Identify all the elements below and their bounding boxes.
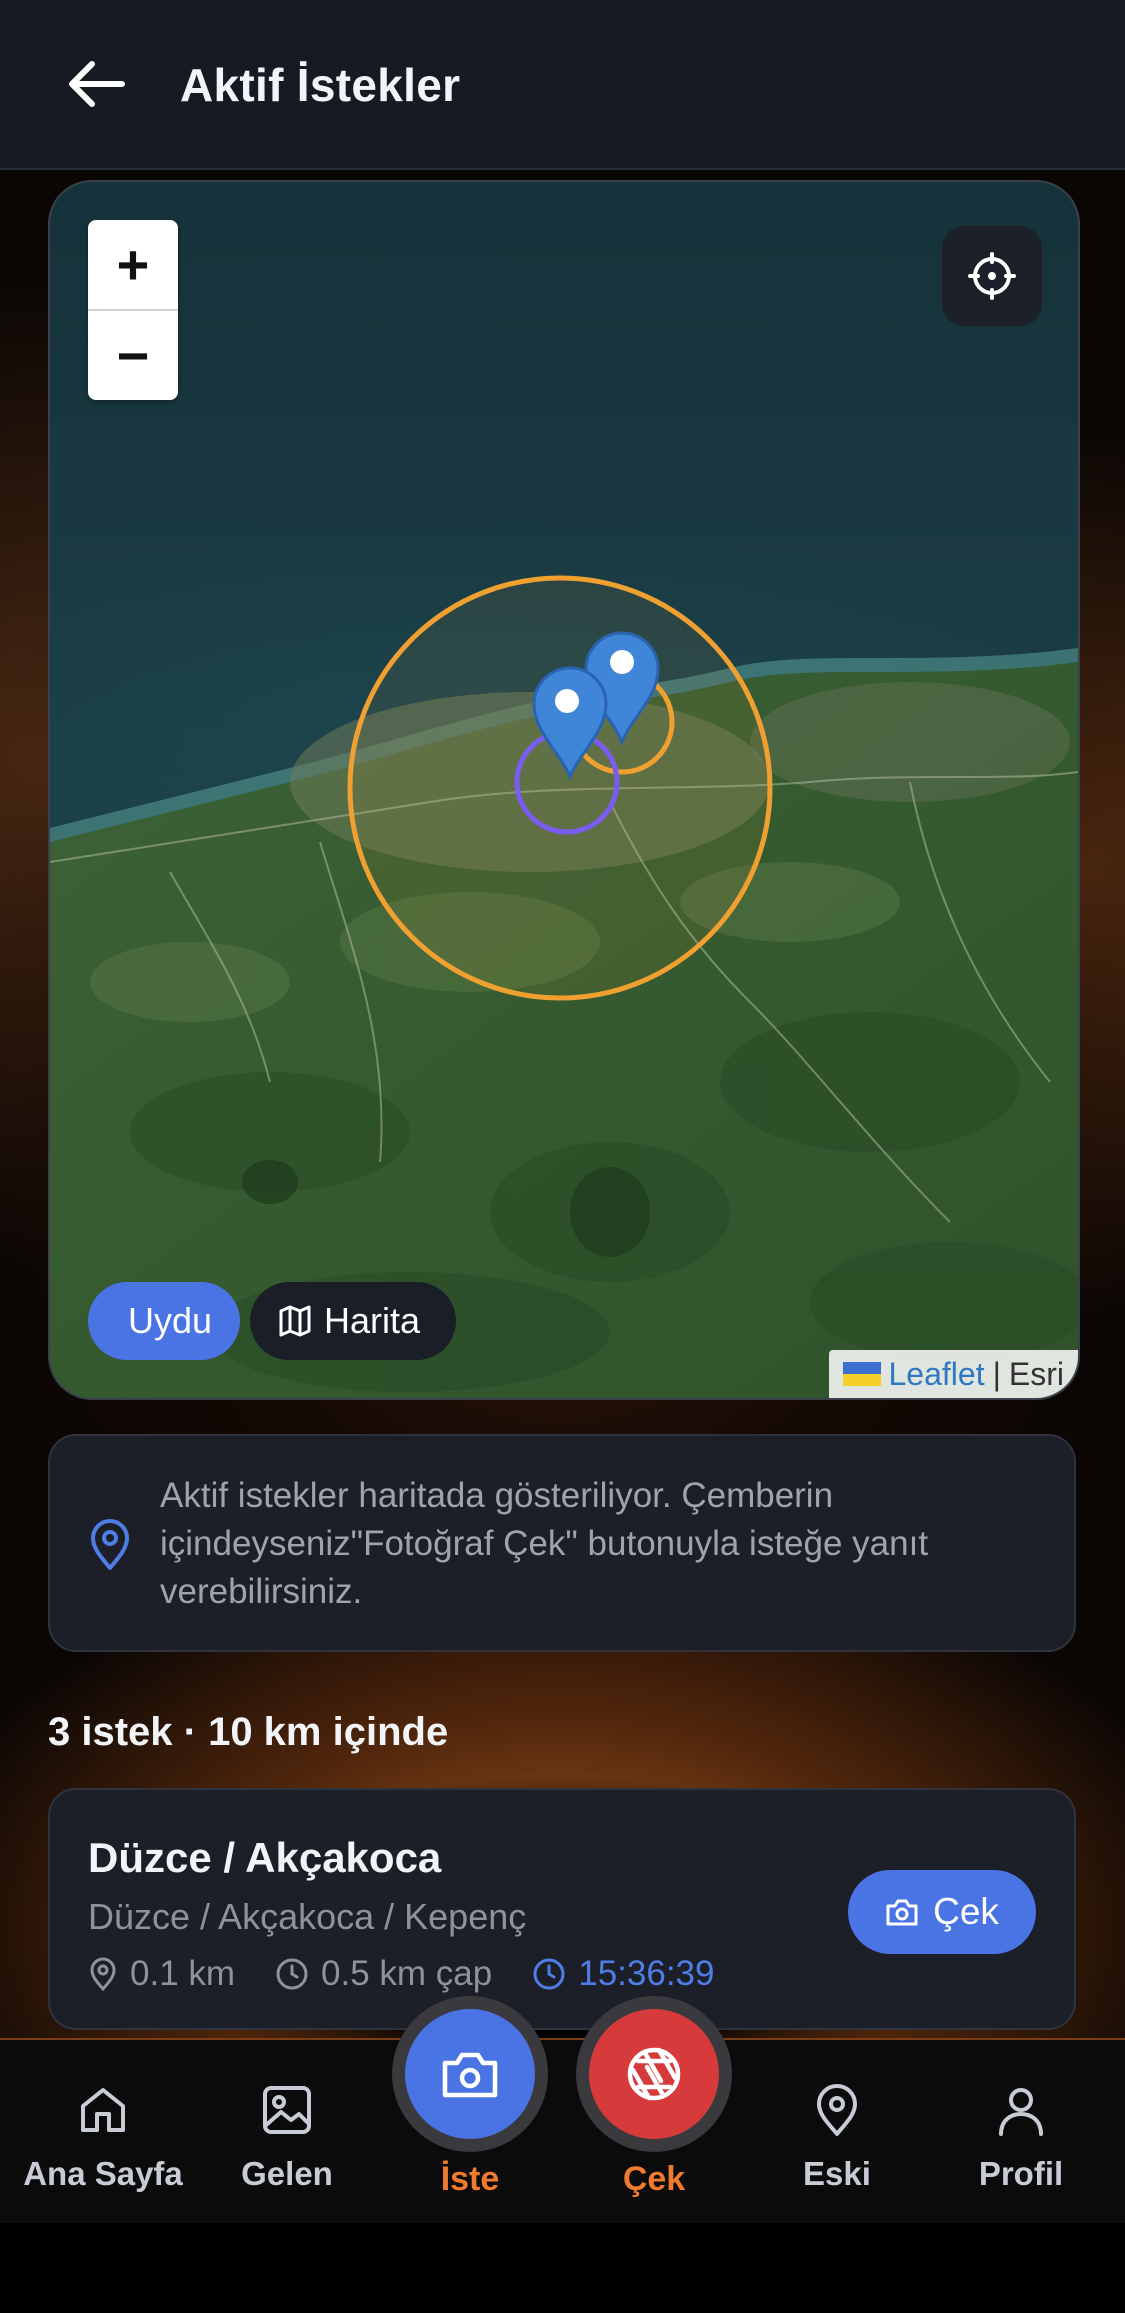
attribution-provider: Esri [1008,1355,1064,1392]
home-icon [81,2088,125,2132]
map-icon [279,1305,311,1337]
info-text: Aktif istekler haritada gösteriliyor. Çe… [160,1476,929,1611]
request-photo-label: İste [440,2160,500,2198]
take-photo-fab-inner [589,2009,719,2139]
nav-item-history[interactable]: Eski [752,2082,922,2193]
bottom-navigation: Ana Sayfa Gelen Eski Profil [0,2038,1125,2225]
camera-icon [886,1899,918,1926]
layer-label-satellite: Uydu [128,1300,213,1341]
aperture-icon [627,2047,681,2101]
arrow-left-icon [69,61,125,107]
leaflet-link[interactable]: Leaflet [889,1356,985,1393]
zoom-in-button[interactable]: + [88,220,178,309]
attribution-separator: | [992,1355,1001,1392]
info-card: Aktif istekler haritada gösteriliyor. Çe… [48,1434,1076,1652]
map-pin-icon [91,1519,129,1570]
nav-label-history: Eski [803,2155,871,2192]
camera-icon [442,2052,498,2098]
request-photo-fab[interactable] [392,1996,548,2152]
map-view[interactable]: + − Uydu Harita Leaflet | Esri [48,180,1080,1400]
locate-button[interactable] [942,226,1042,326]
nav-item-profile[interactable]: Profil [936,2082,1106,2193]
zoom-out-button[interactable]: − [88,311,178,400]
map-pin-icon [90,1957,116,1991]
layer-button-satellite[interactable]: Uydu [88,1282,240,1360]
user-icon [999,2088,1043,2136]
satellite-map[interactable] [50,182,1078,1398]
ukraine-flag-icon [842,1362,881,1386]
nav-label-profile: Profil [978,2155,1064,2192]
nav-label-home: Ana Sayfa [23,2155,183,2192]
request-radius-large [347,575,773,1001]
request-capture-label: Çek [933,1891,999,1932]
map-pin-icon [817,2084,857,2136]
back-button[interactable] [64,56,128,112]
layer-label-map: Harita [324,1300,421,1341]
take-photo-label: Çek [622,2160,686,2198]
header: Aktif İstekler [0,0,1125,170]
crosshair-icon [968,252,1016,300]
request-capture-button[interactable]: Çek [848,1870,1036,1954]
nav-item-incoming[interactable]: Gelen [202,2082,372,2193]
request-card[interactable]: Düzce / Akçakoca Düzce / Akçakoca / Kepe… [48,1788,1076,2030]
request-time: 15:36:39 [578,1954,715,1993]
request-photo-fab-inner [405,2009,535,2139]
nav-item-home[interactable]: Ana Sayfa [18,2082,188,2193]
take-photo-fab[interactable] [576,1996,732,2152]
clock-icon [533,1958,565,1990]
request-distance: 0.1 km [130,1954,236,1993]
nav-label-incoming: Gelen [241,2155,333,2192]
request-count: 3 istek · 10 km içinde [48,1710,449,1754]
request-subtitle: Düzce / Akçakoca / Kepenç [88,1896,527,1937]
system-bottom-area [0,2223,1125,2313]
request-radius: 0.5 km çap [321,1954,493,1993]
layer-button-map[interactable]: Harita [250,1282,456,1360]
zoom-control: + − [88,220,178,400]
clock-icon [276,1958,308,1990]
request-title: Düzce / Akçakoca [88,1834,442,1881]
map-attribution: Leaflet | Esri [828,1350,1078,1398]
page-title: Aktif İstekler [180,59,461,111]
image-icon [263,2086,311,2134]
request-meta: 0.1 km 0.5 km çap 15:36:39 [88,1954,741,1994]
